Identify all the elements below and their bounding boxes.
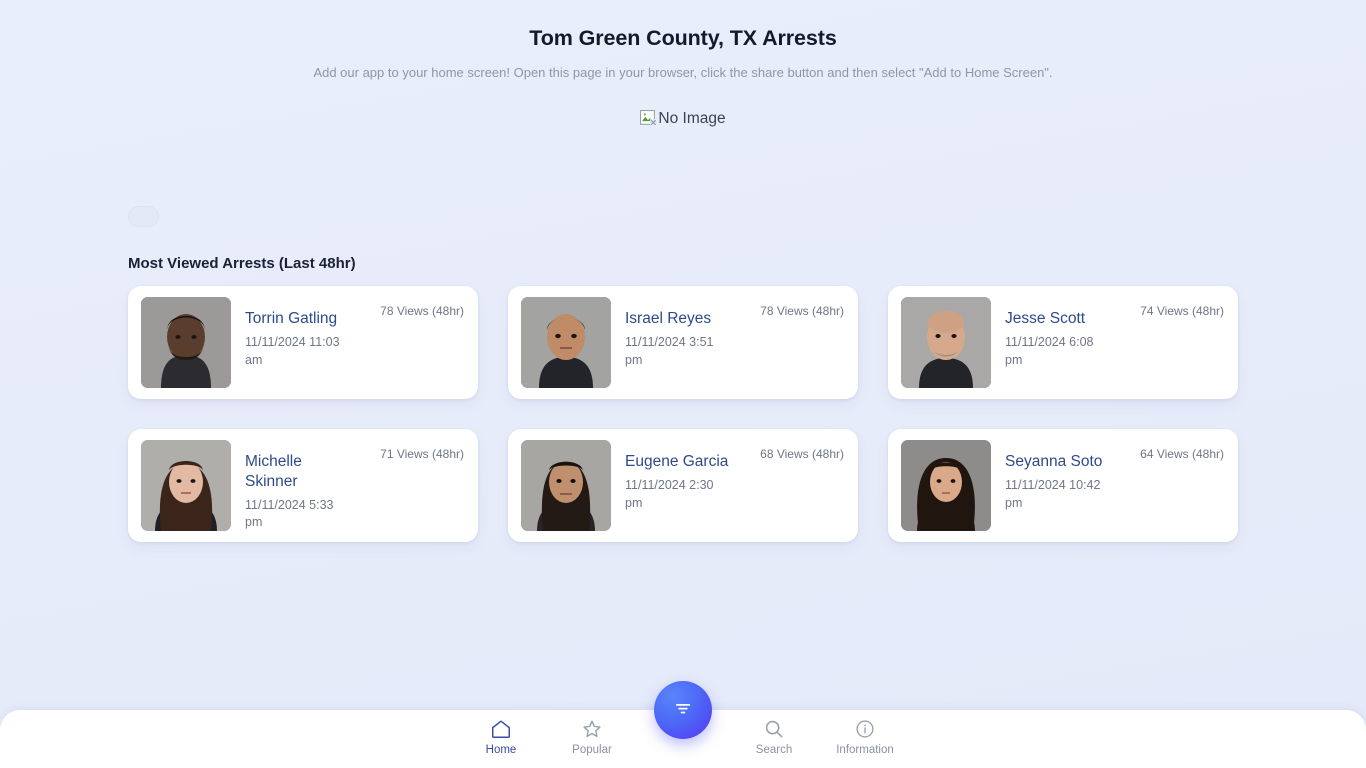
views-badge: 64 Views (48hr) bbox=[1140, 447, 1224, 461]
views-badge: 68 Views (48hr) bbox=[760, 447, 844, 461]
arrest-card[interactable]: Israel Reyes 11/11/2024 3:51 pm 78 Views… bbox=[508, 286, 858, 399]
views-badge: 78 Views (48hr) bbox=[760, 304, 844, 318]
bottom-navigation-bar: Home Popular Search Information bbox=[0, 681, 1366, 768]
most-viewed-section: Most Viewed Arrests (Last 48hr) Torrin G… bbox=[0, 255, 1366, 542]
mugshot-thumbnail[interactable] bbox=[521, 440, 611, 531]
info-icon bbox=[854, 718, 876, 740]
arrest-name-link[interactable]: Eugene Garcia bbox=[625, 452, 737, 472]
arrest-card[interactable]: Michelle Skinner 11/11/2024 5:33 pm 71 V… bbox=[128, 429, 478, 542]
mugshot-thumbnail[interactable] bbox=[901, 297, 991, 388]
filter-pill-button[interactable] bbox=[128, 206, 159, 227]
section-heading: Most Viewed Arrests (Last 48hr) bbox=[128, 255, 356, 272]
nav-label-popular: Popular bbox=[572, 744, 612, 756]
bottom-nav-inner: Home Popular Search Information bbox=[438, 681, 928, 757]
broken-image-icon bbox=[640, 110, 657, 127]
hero-image-slot: No Image bbox=[0, 110, 1366, 140]
arrest-card[interactable]: Eugene Garcia 11/11/2024 2:30 pm 68 View… bbox=[508, 429, 858, 542]
mugshot-thumbnail[interactable] bbox=[521, 297, 611, 388]
search-icon bbox=[763, 718, 785, 740]
arrest-date: 11/11/2024 10:42 pm bbox=[1005, 477, 1101, 510]
arrest-card[interactable]: Seyanna Soto 11/11/2024 10:42 pm 64 View… bbox=[888, 429, 1238, 542]
views-badge: 71 Views (48hr) bbox=[380, 447, 464, 461]
arrest-date: 11/11/2024 6:08 pm bbox=[1005, 334, 1094, 367]
nav-label-search: Search bbox=[755, 744, 793, 756]
broken-image-alt-text: No Image bbox=[658, 109, 726, 127]
arrest-name-link[interactable]: Torrin Gatling bbox=[245, 309, 357, 329]
arrest-date: 11/11/2024 3:51 pm bbox=[625, 334, 714, 367]
arrest-date: 11/11/2024 11:03 am bbox=[245, 334, 340, 367]
arrest-card-grid: Torrin Gatling 11/11/2024 11:03 am 78 Vi… bbox=[128, 286, 1238, 542]
nav-label-home: Home bbox=[485, 744, 517, 756]
broken-image-placeholder: No Image bbox=[640, 109, 726, 127]
filter-icon bbox=[673, 699, 693, 722]
mugshot-thumbnail[interactable] bbox=[141, 440, 231, 531]
arrest-name-link[interactable]: Michelle Skinner bbox=[245, 452, 357, 492]
page-subtitle: Add our app to your home screen! Open th… bbox=[313, 65, 1053, 80]
arrest-name-link[interactable]: Israel Reyes bbox=[625, 309, 737, 329]
nav-item-home[interactable]: Home bbox=[462, 718, 540, 757]
nav-item-information[interactable]: Information bbox=[826, 718, 904, 757]
nav-item-popular[interactable]: Popular bbox=[553, 718, 631, 757]
arrest-date: 11/11/2024 2:30 pm bbox=[625, 477, 714, 510]
views-badge: 74 Views (48hr) bbox=[1140, 304, 1224, 318]
star-icon bbox=[581, 718, 603, 740]
pill-row bbox=[0, 206, 1366, 227]
nav-label-information: Information bbox=[836, 744, 894, 756]
arrest-date: 11/11/2024 5:33 pm bbox=[245, 497, 334, 530]
page-header: Tom Green County, TX Arrests Add our app… bbox=[0, 0, 1366, 80]
arrest-name-link[interactable]: Jesse Scott bbox=[1005, 309, 1117, 329]
arrest-card[interactable]: Jesse Scott 11/11/2024 6:08 pm 74 Views … bbox=[888, 286, 1238, 399]
arrest-name-link[interactable]: Seyanna Soto bbox=[1005, 452, 1117, 472]
filter-fab-button[interactable] bbox=[654, 681, 712, 739]
arrest-card[interactable]: Torrin Gatling 11/11/2024 11:03 am 78 Vi… bbox=[128, 286, 478, 399]
page-title: Tom Green County, TX Arrests bbox=[529, 26, 837, 50]
nav-item-search[interactable]: Search bbox=[735, 718, 813, 757]
home-icon bbox=[490, 718, 512, 740]
views-badge: 78 Views (48hr) bbox=[380, 304, 464, 318]
mugshot-thumbnail[interactable] bbox=[901, 440, 991, 531]
mugshot-thumbnail[interactable] bbox=[141, 297, 231, 388]
